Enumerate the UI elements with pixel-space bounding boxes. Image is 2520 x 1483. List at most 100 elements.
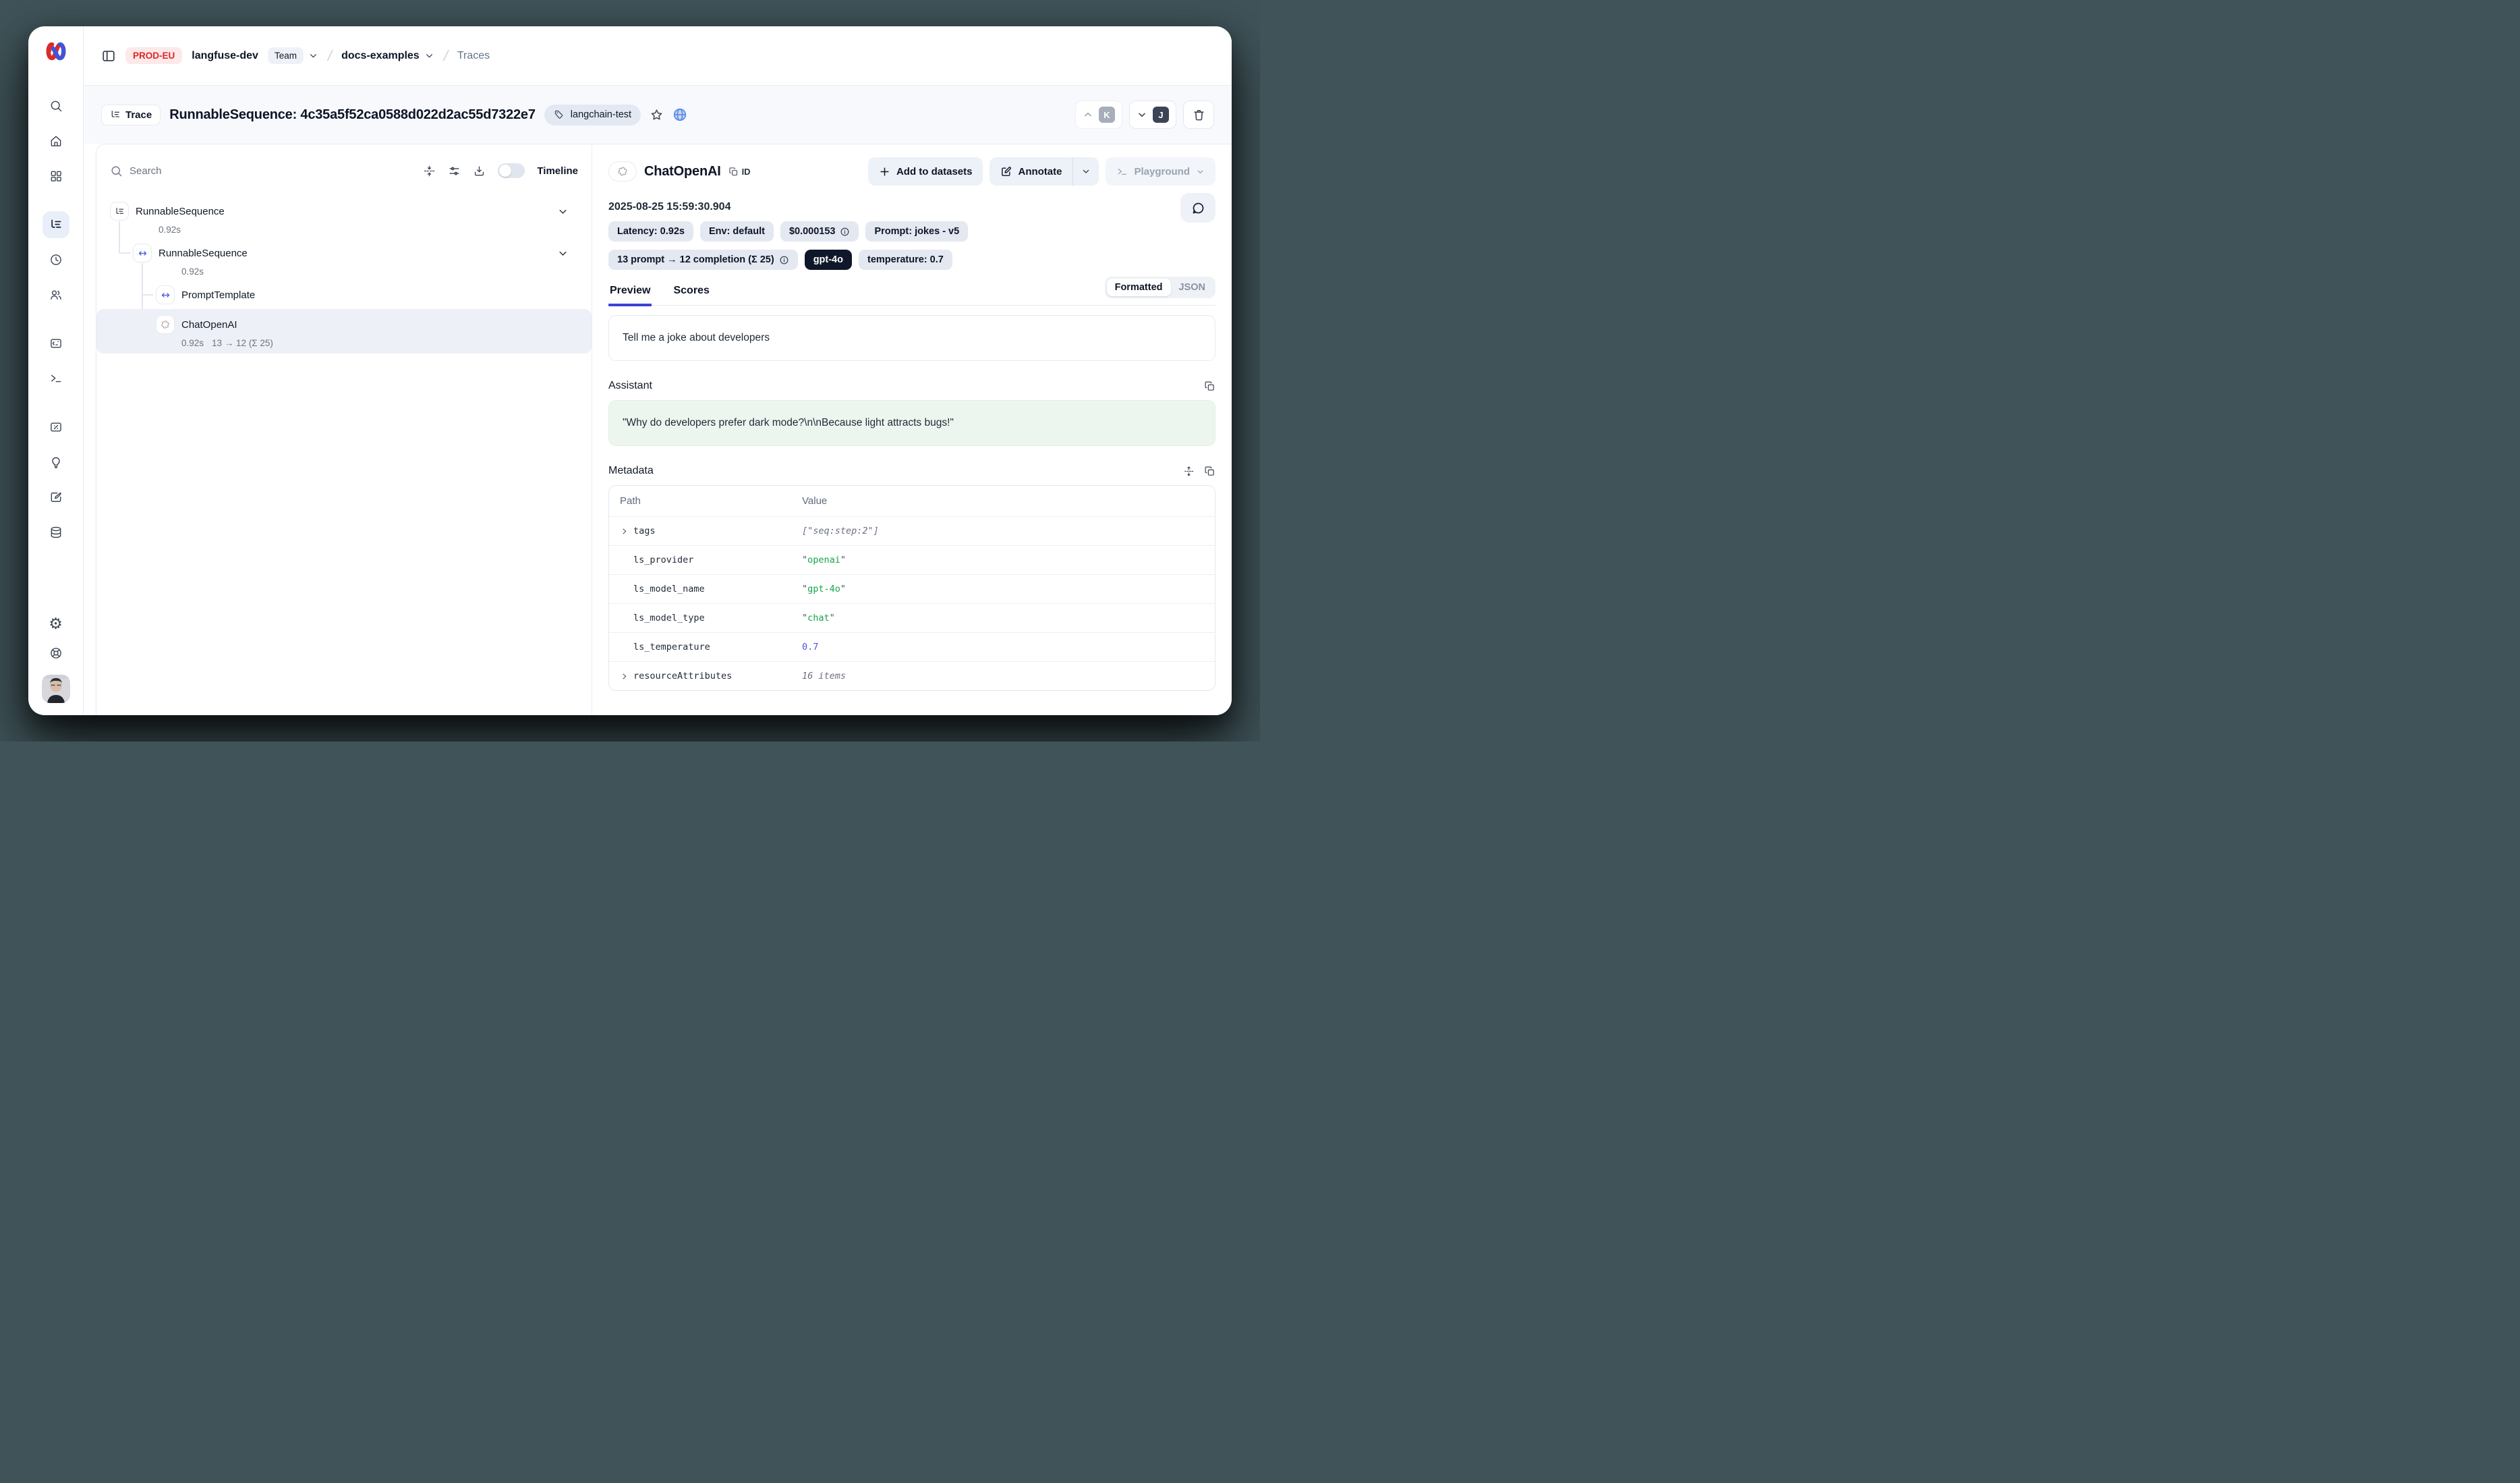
trash-icon (1193, 109, 1205, 121)
annotate-button-group: Annotate (990, 157, 1099, 186)
sidebar-bottom-group: ⚙ (42, 579, 70, 703)
tree-settings-icon[interactable] (448, 165, 461, 177)
bookmark-star-icon[interactable] (650, 108, 664, 122)
table-row[interactable]: resourceAttributes 16 items (609, 662, 1215, 690)
search-icon (49, 99, 63, 113)
table-row[interactable]: ls_provider "openai" (609, 546, 1215, 575)
add-to-datasets-button[interactable]: Add to datasets (868, 157, 983, 186)
plus-icon (879, 166, 890, 177)
sidebar-item-home[interactable] (42, 128, 69, 155)
table-row[interactable]: tags ["seq:step:2"] (609, 517, 1215, 546)
copy-icon[interactable] (1204, 466, 1215, 477)
users-icon (49, 288, 63, 302)
trace-nav-group: K J (1075, 101, 1214, 129)
format-json[interactable]: JSON (1171, 279, 1214, 296)
copy-icon (728, 167, 739, 177)
tree-node-prompt-template[interactable]: PromptTemplate (110, 285, 578, 305)
list-tree-icon (110, 202, 129, 221)
breadcrumb-page[interactable]: Traces (457, 50, 490, 62)
org-logo (43, 41, 69, 61)
assistant-message: "Why do developers prefer dark mode?\n\n… (608, 400, 1215, 446)
sidebar-item-traces[interactable] (42, 211, 69, 238)
trace-tag[interactable]: langchain-test (544, 105, 641, 125)
expand-all-icon[interactable] (1183, 466, 1195, 477)
download-icon[interactable] (473, 165, 486, 177)
trace-type-badge: Trace (101, 105, 161, 125)
sidebar-item-insights[interactable] (42, 449, 69, 476)
public-globe-icon[interactable] (672, 107, 687, 122)
sidebar-item-users[interactable] (42, 281, 69, 308)
main-content: PROD-EU langfuse-dev Team / docs-example… (84, 26, 1232, 715)
search-input[interactable] (130, 165, 231, 177)
annotate-button[interactable]: Annotate (990, 157, 1072, 186)
environment-badge: PROD-EU (125, 47, 182, 64)
sidebar-item-playground[interactable] (42, 365, 69, 392)
sidebar-item-annotation-queues[interactable] (42, 484, 69, 511)
openai-icon (608, 161, 637, 181)
sidebar-item-prompts[interactable] (42, 330, 69, 357)
observation-title: ChatOpenAI (644, 164, 721, 179)
badge-row-1: Latency: 0.92s Env: default $0.000153 Pr… (608, 221, 1215, 242)
collapse-all-icon[interactable] (423, 165, 436, 177)
settings-gear-icon: ⚙ (49, 616, 63, 632)
dashboards-icon (49, 169, 63, 183)
breadcrumb-project-selector[interactable]: docs-examples (341, 50, 434, 62)
app-window: ⚙ PROD-EU langfuse-dev (28, 26, 1232, 715)
sidebar-item-dashboards[interactable] (42, 163, 69, 190)
tree-node-sequence-2[interactable]: RunnableSequence (110, 243, 578, 263)
tab-preview[interactable]: Preview (608, 281, 652, 305)
user-avatar[interactable] (42, 675, 70, 703)
trace-header: Trace RunnableSequence: 4c35a5f52ca0588d… (84, 86, 1232, 144)
chevron-right-icon[interactable] (620, 527, 629, 536)
playground-button[interactable]: Playground (1106, 157, 1215, 186)
sessions-clock-icon (49, 253, 63, 267)
annotate-dropdown-button[interactable] (1073, 157, 1099, 186)
prompt-badge[interactable]: Prompt: jokes - v5 (865, 221, 968, 242)
metadata-header: Metadata (608, 465, 1215, 477)
tree-node-label: ChatOpenAI (181, 319, 237, 331)
sidebar-item-datasets[interactable] (42, 519, 69, 546)
breadcrumb-org-selector[interactable]: Team (268, 47, 318, 64)
chevron-down-icon[interactable] (557, 248, 569, 259)
trace-tag-label: langchain-test (571, 109, 631, 120)
sidebar-item-support[interactable] (42, 640, 69, 667)
latency-badge: Latency: 0.92s (608, 221, 693, 242)
next-observation-button[interactable]: J (1129, 101, 1176, 129)
sidebar-rail: ⚙ (28, 26, 84, 715)
copy-icon[interactable] (1204, 381, 1215, 392)
tree-node-label: PromptTemplate (181, 289, 255, 301)
chevron-down-icon[interactable] (557, 206, 569, 217)
sidebar-item-sessions[interactable] (42, 246, 69, 273)
comments-button[interactable] (1180, 193, 1215, 223)
observation-detail-panel: ChatOpenAI ID Add to datasets (592, 144, 1232, 715)
sidebar-item-evaluations[interactable] (42, 414, 69, 441)
detail-tabs: Preview Scores Formatted JSON (608, 281, 1215, 306)
table-row[interactable]: ls_model_type "chat" (609, 604, 1215, 633)
prev-observation-button[interactable]: K (1075, 101, 1122, 129)
chevron-down-icon (1196, 167, 1205, 176)
tree-node-label: RunnableSequence (136, 206, 225, 217)
trace-type-label: Trace (125, 109, 152, 121)
temperature-badge: temperature: 0.7 (859, 250, 952, 270)
format-formatted[interactable]: Formatted (1107, 279, 1171, 296)
tokens-badge[interactable]: 13 prompt → 12 completion (Σ 25) (608, 250, 798, 270)
sidebar-item-settings[interactable]: ⚙ (42, 610, 69, 637)
user-message: Tell me a joke about developers (608, 315, 1215, 361)
cost-badge[interactable]: $0.000153 (780, 221, 859, 242)
tab-scores[interactable]: Scores (672, 281, 710, 305)
tree-search[interactable] (110, 165, 411, 177)
chevron-right-icon[interactable] (620, 672, 629, 681)
home-icon (49, 134, 63, 148)
sidebar-item-search[interactable] (42, 92, 69, 119)
tree-node-chatopenai-selected[interactable]: ChatOpenAI 0.92s 13 → 12 (Σ 25) (96, 309, 592, 354)
breadcrumb-org[interactable]: langfuse-dev (192, 50, 258, 62)
copy-id-button[interactable]: ID (728, 167, 751, 177)
table-row[interactable]: ls_model_name "gpt-4o" (609, 575, 1215, 604)
observation-actions: Add to datasets Annotate P (868, 157, 1215, 186)
timeline-toggle[interactable] (498, 163, 525, 178)
table-row[interactable]: ls_temperature 0.7 (609, 633, 1215, 662)
delete-trace-button[interactable] (1183, 101, 1214, 129)
tree-node-root[interactable]: RunnableSequence (110, 201, 578, 221)
model-badge[interactable]: gpt-4o (805, 250, 852, 270)
sidebar-toggle-button[interactable] (101, 49, 116, 63)
